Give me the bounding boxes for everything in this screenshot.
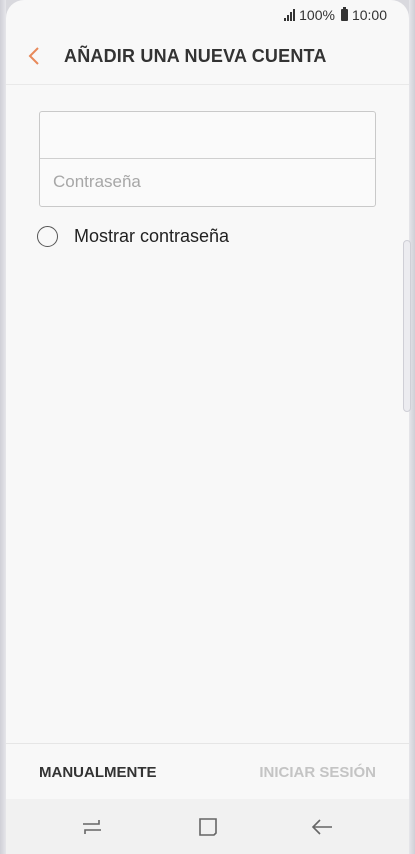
nav-back-button[interactable] [308,813,336,841]
status-bar: 100% 10:00 [6,0,409,32]
signal-icon [284,9,296,21]
home-button[interactable] [194,813,222,841]
show-password-label: Mostrar contraseña [74,226,230,246]
recents-button[interactable] [78,813,106,841]
email-input[interactable] [40,112,375,158]
back-arrow-icon [311,819,332,835]
clock: 10:00 [351,7,387,23]
action-bar: MANUALMENTE INICIAR SESIÓN [6,743,409,800]
side-edge-handle[interactable] [403,240,411,412]
show-password-radio[interactable] [37,226,58,247]
status-indicators: 100% 10:00 [284,7,387,23]
app-header: AÑADIR UNA NUEVA CUENTA [6,32,409,85]
page-title: AÑADIR UNA NUEVA CUENTA [64,46,327,66]
navigation-bar [6,799,409,854]
device-edge-right [409,0,415,854]
show-password-toggle[interactable]: Mostrar contraseña [37,226,229,247]
login-form [39,111,376,207]
recents-icon [83,820,101,834]
battery-icon [340,7,348,21]
battery-percent: 100% [299,7,335,23]
sign-in-button[interactable]: INICIAR SESIÓN [259,764,376,781]
phone-screen: 100% 10:00 AÑADIR UNA NUEVA CUENTA Mostr… [6,0,409,854]
back-button[interactable] [20,42,48,70]
password-input[interactable] [40,159,375,205]
home-icon [199,818,217,836]
manual-setup-button[interactable]: MANUALMENTE [39,764,157,781]
chevron-left-icon [28,47,39,65]
